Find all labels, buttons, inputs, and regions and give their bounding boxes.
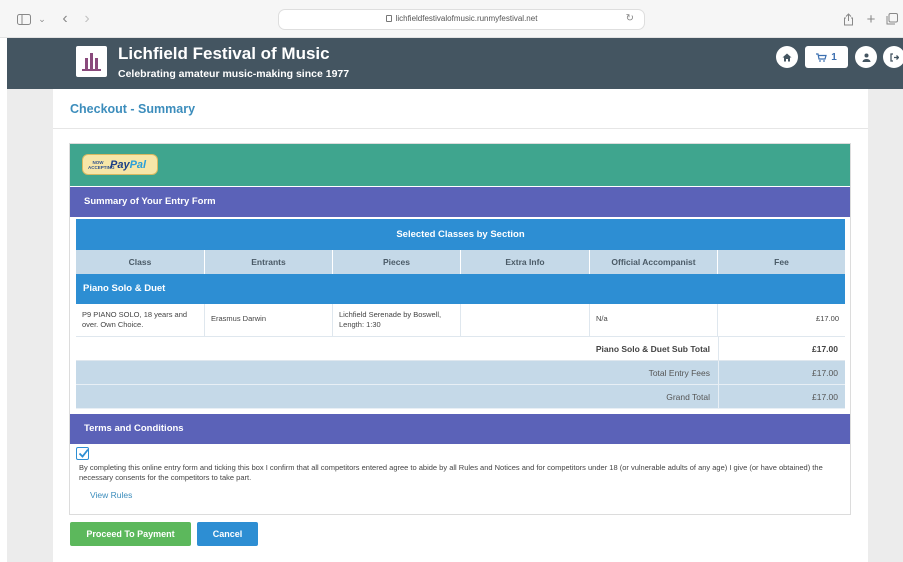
entries-table: Selected Classes by Section Class Entran… bbox=[76, 219, 845, 409]
paypal-wordmark: PayPal bbox=[110, 159, 146, 171]
cart-icon bbox=[816, 52, 828, 62]
browser-toolbar: ⌄ ‹ › lichfieldfestivalofmusic.runmyfest… bbox=[0, 0, 903, 38]
section-group-row: Piano Solo & Duet bbox=[76, 274, 845, 304]
cancel-button[interactable]: Cancel bbox=[197, 522, 258, 546]
total-row: Total Entry Fees £17.00 bbox=[76, 361, 845, 385]
logout-icon[interactable] bbox=[883, 46, 903, 68]
subtotal-label: Piano Solo & Duet Sub Total bbox=[595, 344, 710, 354]
title-divider bbox=[53, 128, 868, 129]
chevron-down-icon[interactable]: ⌄ bbox=[36, 9, 48, 29]
table-header-row: Class Entrants Pieces Extra Info Officia… bbox=[76, 250, 845, 274]
total-value: £17.00 bbox=[718, 361, 845, 384]
subtotal-row: Piano Solo & Duet Sub Total £17.00 bbox=[76, 337, 845, 361]
lock-icon bbox=[385, 15, 392, 22]
terms-checkbox[interactable] bbox=[76, 447, 89, 460]
reload-icon[interactable]: ↻ bbox=[626, 13, 634, 24]
url-label: lichfieldfestivalofmusic.runmyfestival.n… bbox=[395, 14, 538, 23]
site-subtitle: Celebrating amateur music-making since 1… bbox=[118, 68, 350, 80]
proceed-to-payment-button[interactable]: Proceed To Payment bbox=[70, 522, 191, 546]
column-header: Official Accompanist bbox=[590, 250, 718, 274]
page-gutter-right bbox=[868, 89, 903, 562]
pieces-cell: Lichfield Serenade by Boswell, Length: 1… bbox=[333, 304, 461, 336]
table-row: P9 PIANO SOLO, 18 years and over. Own Ch… bbox=[76, 304, 845, 337]
sidebar-toggle-icon[interactable] bbox=[14, 9, 34, 29]
home-icon[interactable] bbox=[776, 46, 798, 68]
paypal-pay: Pay bbox=[110, 158, 130, 171]
extra-info-cell bbox=[461, 304, 590, 336]
forward-icon[interactable]: › bbox=[80, 9, 94, 29]
cart-count: 1 bbox=[831, 51, 837, 63]
summary-heading: Summary of Your Entry Form bbox=[70, 187, 850, 217]
cart-button[interactable]: 1 bbox=[805, 46, 848, 68]
class-cell: P9 PIANO SOLO, 18 years and over. Own Ch… bbox=[76, 304, 205, 336]
site-title: Lichfield Festival of Music bbox=[118, 44, 330, 63]
festival-logo[interactable] bbox=[76, 46, 107, 77]
column-header: Class bbox=[76, 250, 205, 274]
table-title: Selected Classes by Section bbox=[76, 219, 845, 250]
grand-total-value: £17.00 bbox=[718, 385, 845, 408]
view-rules-link[interactable]: View Rules bbox=[90, 490, 132, 500]
terms-heading: Terms and Conditions bbox=[70, 414, 850, 444]
column-header: Extra Info bbox=[461, 250, 590, 274]
paypal-now-accepting: NOW ACCEPTING bbox=[88, 159, 115, 170]
terms-text: By completing this online entry form and… bbox=[79, 463, 823, 482]
site-header: Lichfield Festival of Music Celebrating … bbox=[7, 38, 903, 89]
url-text: lichfieldfestivalofmusic.runmyfestival.n… bbox=[279, 14, 644, 23]
column-header: Pieces bbox=[333, 250, 461, 274]
share-icon[interactable] bbox=[841, 9, 855, 29]
accompanist-cell: N/a bbox=[590, 304, 718, 336]
tabs-overview-icon[interactable] bbox=[885, 9, 899, 29]
new-tab-icon[interactable]: + bbox=[864, 9, 878, 29]
page-gutter-left bbox=[7, 89, 53, 562]
address-bar[interactable]: lichfieldfestivalofmusic.runmyfestival.n… bbox=[278, 9, 645, 30]
paypal-logo: NOW ACCEPTING PayPal bbox=[82, 154, 158, 175]
subtotal-value: £17.00 bbox=[718, 337, 845, 360]
fee-cell: £17.00 bbox=[816, 314, 839, 323]
column-header: Fee bbox=[774, 257, 789, 267]
paypal-pal: Pal bbox=[129, 158, 147, 171]
entrants-cell: Erasmus Darwin bbox=[205, 304, 333, 336]
grand-total-row: Grand Total £17.00 bbox=[76, 385, 845, 409]
checkmark-icon bbox=[78, 448, 89, 458]
user-icon[interactable] bbox=[855, 46, 877, 68]
back-icon[interactable]: ‹ bbox=[58, 9, 72, 29]
total-label: Total Entry Fees bbox=[648, 368, 710, 378]
column-header: Entrants bbox=[205, 250, 333, 274]
grand-total-label: Grand Total bbox=[666, 392, 710, 402]
paypal-banner: NOW ACCEPTING PayPal bbox=[70, 144, 850, 186]
page-title: Checkout - Summary bbox=[70, 102, 196, 116]
